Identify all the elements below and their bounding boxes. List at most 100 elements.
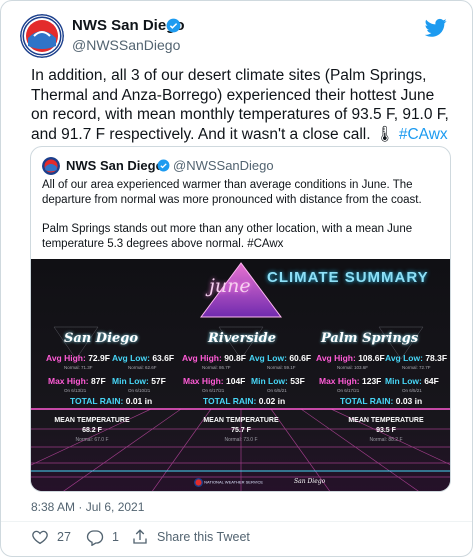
min-low: Min Low: 64F xyxy=(385,376,439,386)
author-handle[interactable]: @NWSSanDiego xyxy=(72,37,180,53)
stat-value: 63.6F xyxy=(152,353,175,363)
share-label: Share this Tweet xyxy=(157,530,250,544)
mean-temp-normal: Normal: 88.2 F xyxy=(369,437,403,443)
footer-office: San Diego xyxy=(294,478,326,485)
stat-label: Min Low: xyxy=(385,376,422,386)
mean-temp-value: 75.7 F xyxy=(231,427,251,434)
stat-value: 108.6F xyxy=(358,353,385,363)
card-title: CLIMATE SUMMARY xyxy=(267,269,429,286)
stat-date: On 6/17/21 xyxy=(202,388,225,393)
site-name: Palm Springs xyxy=(321,331,419,346)
avg-high: Avg High: 90.8F xyxy=(182,353,246,363)
stat-label: TOTAL RAIN: xyxy=(70,396,124,406)
stat-date: On 6/17/21 xyxy=(337,388,360,393)
quoted-text: All of our area experienced warmer than … xyxy=(42,178,442,251)
tweet-text: In addition, all 3 of our desert climate… xyxy=(31,66,451,144)
stat-value: 53F xyxy=(290,376,305,386)
tweet-timestamp[interactable]: 8:38 AM · Jul 6, 2021 xyxy=(31,500,144,514)
like-count: 27 xyxy=(57,530,71,544)
quoted-tweet[interactable]: NWS San Diego @NWSSanDiego All of our ar… xyxy=(30,146,451,492)
total-rain: TOTAL RAIN: 0.03 in xyxy=(340,396,422,406)
stat-value: 0.02 in xyxy=(258,396,286,406)
avg-low: Avg Low: 63.6F xyxy=(112,353,174,363)
stat-label: Min Low: xyxy=(112,376,149,386)
stat-label: Avg High: xyxy=(46,353,86,363)
max-high: Max High: 104F xyxy=(183,376,245,386)
reply-icon xyxy=(86,530,104,546)
stat-value: 90.8F xyxy=(224,353,246,363)
max-high: Max High: 123F xyxy=(319,376,381,386)
stat-normal: Normal: 59.1F xyxy=(267,365,296,370)
mean-temp-label: MEAN TEMPERATURE xyxy=(203,417,279,424)
stat-normal: Normal: 103.6F xyxy=(337,365,369,370)
stat-label: Avg High: xyxy=(316,353,356,363)
heart-icon xyxy=(32,530,48,545)
stat-date: On 6/5/21 xyxy=(267,388,287,393)
mean-temp-normal: Normal: 73.0 F xyxy=(224,437,258,443)
stat-label: TOTAL RAIN: xyxy=(340,396,394,406)
stat-value: 0.03 in xyxy=(395,396,423,406)
total-rain: TOTAL RAIN: 0.02 in xyxy=(203,396,285,406)
mean-temp-label: MEAN TEMPERATURE xyxy=(54,417,130,424)
climate-summary-image[interactable]: CLIMATE SUMMARY june San Diego Avg High:… xyxy=(31,259,450,491)
mean-temp-value: 68.2 F xyxy=(82,427,102,434)
stat-normal: Normal: 71.3F xyxy=(64,365,93,370)
total-rain: TOTAL RAIN: 0.01 in xyxy=(70,396,152,406)
stat-label: Avg Low: xyxy=(249,353,287,363)
mean-temp-normal: Normal: 67.0 F xyxy=(75,437,109,443)
tweet-card: NWS San Diego @NWSSanDiego In addition, … xyxy=(0,0,473,557)
stat-label: Avg Low: xyxy=(385,353,423,363)
stat-label: Max High: xyxy=(183,376,224,386)
stat-value: 104F xyxy=(226,376,246,386)
share-button[interactable]: Share this Tweet xyxy=(131,528,250,546)
stat-value: 0.01 in xyxy=(125,396,153,406)
nws-logo-icon[interactable] xyxy=(20,14,64,58)
mean-temp-value: 93.5 F xyxy=(376,427,396,434)
stat-normal: Normal: 72.7F xyxy=(402,365,431,370)
stat-date: On 6/5/21 xyxy=(402,388,422,393)
quoted-paragraph: Palm Springs stands out more than any ot… xyxy=(42,223,413,250)
stat-value: 60.6F xyxy=(289,353,312,363)
stat-date: On 6/10/21 xyxy=(128,388,151,393)
card-month: june xyxy=(209,275,251,297)
stat-label: Avg High: xyxy=(182,353,222,363)
verified-badge-icon xyxy=(157,159,170,172)
stat-value: 78.3F xyxy=(425,353,448,363)
divider xyxy=(1,521,472,522)
thermometer-emoji: 🌡 xyxy=(374,125,395,143)
reply-count: 1 xyxy=(112,530,119,544)
share-icon xyxy=(133,529,147,544)
hashtag-link[interactable]: #CAwx xyxy=(399,126,448,143)
avg-high: Avg High: 72.9F xyxy=(46,353,110,363)
stat-normal: Normal: 86.7F xyxy=(202,365,231,370)
mean-temp-label: MEAN TEMPERATURE xyxy=(348,417,424,424)
like-button[interactable]: 27 xyxy=(31,528,71,546)
stat-normal: Normal: 62.6F xyxy=(128,365,157,370)
max-high: Max High: 87F xyxy=(48,376,106,386)
verified-badge-icon xyxy=(166,18,181,33)
quoted-author-name: NWS San Diego xyxy=(66,158,164,173)
stat-label: Max High: xyxy=(319,376,360,386)
avg-low: Avg Low: 78.3F xyxy=(385,353,447,363)
stat-label: TOTAL RAIN: xyxy=(203,396,257,406)
site-name: San Diego xyxy=(64,331,139,346)
quoted-author-handle: @NWSSanDiego xyxy=(173,158,274,173)
stat-label: Min Low: xyxy=(251,376,288,386)
twitter-bird-icon[interactable] xyxy=(424,18,447,38)
avg-low: Avg Low: 60.6F xyxy=(249,353,311,363)
nws-footer-logo: NATIONAL WEATHER SERVICE xyxy=(194,478,263,487)
stat-value: 64F xyxy=(424,376,439,386)
stat-value: 123F xyxy=(362,376,382,386)
reply-button[interactable]: 1 xyxy=(86,528,119,546)
stat-label: Avg Low: xyxy=(112,353,150,363)
stat-value: 57F xyxy=(151,376,166,386)
quoted-paragraph: All of our area experienced warmer than … xyxy=(42,179,422,206)
stat-value: 87F xyxy=(91,376,106,386)
site-name: Riverside xyxy=(208,331,277,346)
min-low: Min Low: 57F xyxy=(112,376,166,386)
footer-org: NATIONAL WEATHER SERVICE xyxy=(204,479,264,485)
min-low: Min Low: 53F xyxy=(251,376,305,386)
stat-date: On 6/13/21 xyxy=(64,388,87,393)
avg-high: Avg High: 108.6F xyxy=(316,353,385,363)
stat-label: Max High: xyxy=(48,376,89,386)
